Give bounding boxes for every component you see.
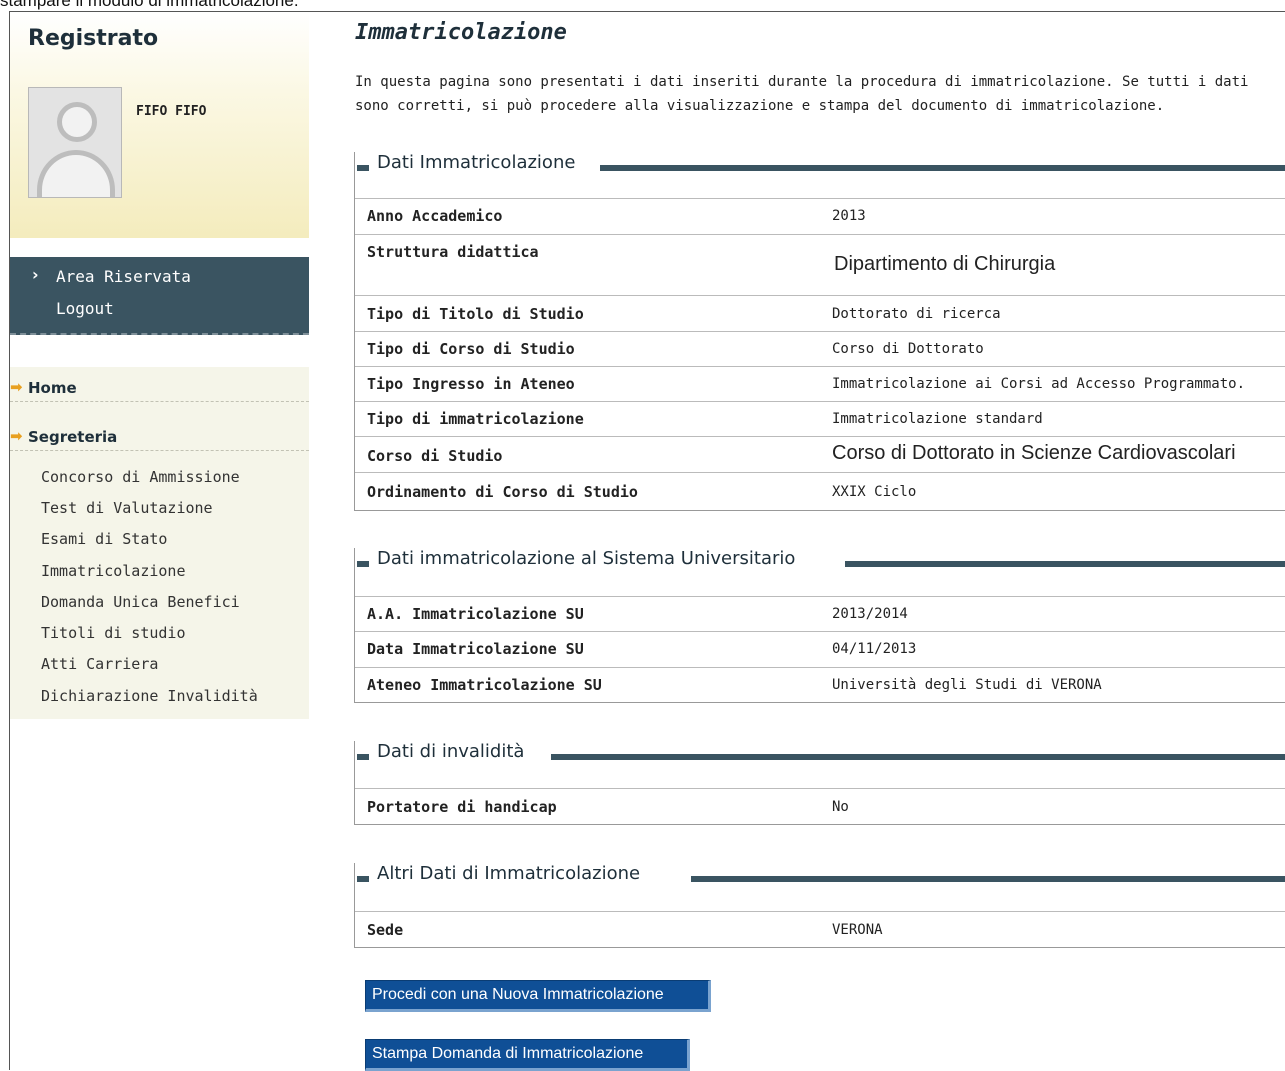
- table-row: Data Immatricolazione SU 04/11/2013: [355, 631, 1285, 667]
- table-row: Sede VERONA: [355, 911, 1285, 947]
- row-value: XXIX Ciclo: [832, 484, 917, 500]
- row-value: Immatricolazione ai Corsi ad Accesso Pro…: [832, 376, 1246, 392]
- nav-link-atti[interactable]: Atti Carriera: [41, 655, 158, 673]
- table-row: Ordinamento di Corso di Studio XXIX Cicl…: [355, 472, 1285, 510]
- reserved-menu: › Area Riservata Logout: [10, 257, 309, 335]
- table-row: Tipo Ingresso in Ateneo Immatricolazione…: [355, 366, 1285, 401]
- nav-segreteria[interactable]: ➡ Segreteria: [10, 420, 309, 451]
- page-title: Immatricolazione: [355, 20, 567, 45]
- nav-home[interactable]: ➡ Home: [10, 371, 309, 402]
- table-row: Anno Accademico 2013: [355, 198, 1285, 234]
- row-value: Università degli Studi di VERONA: [832, 677, 1102, 693]
- row-label: Struttura didattica: [367, 243, 539, 261]
- arrow-right-icon: ➡: [10, 378, 23, 396]
- row-value: 2013: [832, 208, 866, 224]
- new-enrollment-button[interactable]: Procedi con una Nuova Immatricolazione: [365, 980, 711, 1012]
- nav-link-domanda[interactable]: Domanda Unica Benefici: [41, 593, 240, 611]
- row-value: VERONA: [832, 922, 883, 938]
- row-value: 2013/2014: [832, 606, 908, 622]
- row-label: Sede: [367, 921, 404, 939]
- table-row: Portatore di handicap No: [355, 788, 1285, 824]
- row-value: Dottorato di ricerca: [832, 306, 1001, 322]
- row-label: Portatore di handicap: [367, 798, 557, 816]
- row-label: Anno Accademico: [367, 207, 503, 225]
- row-label: Ateneo Immatricolazione SU: [367, 676, 602, 694]
- row-value: Dipartimento di Chirurgia: [834, 253, 1056, 275]
- table-row: Ateneo Immatricolazione SU Università de…: [355, 667, 1285, 702]
- page-caption: stampare il modulo di immatricolazione.: [0, 0, 299, 10]
- section-legend: Dati immatricolazione al Sistema Univers…: [355, 548, 1285, 572]
- row-value: 04/11/2013: [832, 641, 917, 657]
- nav-home-label: Home: [28, 379, 77, 397]
- section-legend-text: Dati immatricolazione al Sistema Univers…: [377, 548, 802, 569]
- section-dati-invalidita: Dati di invalidità Portatore di handicap…: [354, 741, 1285, 825]
- user-name: FIFO FIFO: [136, 104, 207, 119]
- row-label: Tipo Ingresso in Ateneo: [367, 375, 575, 393]
- table-row: Tipo di Corso di Studio Corso di Dottora…: [355, 331, 1285, 366]
- row-value: No: [832, 799, 849, 815]
- table-row: Struttura didattica Dipartimento di Chir…: [355, 234, 1285, 295]
- menu-item-logout[interactable]: Logout: [56, 299, 114, 318]
- table-row: Corso di Studio Corso di Dottorato in Sc…: [355, 436, 1285, 472]
- row-value: Corso di Dottorato in Scienze Cardiovasc…: [832, 442, 1236, 464]
- row-label: Tipo di Titolo di Studio: [367, 305, 584, 323]
- registered-title: Registrato: [28, 26, 159, 51]
- row-value: Corso di Dottorato: [832, 341, 984, 357]
- nav-segreteria-label: Segreteria: [28, 428, 118, 446]
- nav-link-titoli[interactable]: Titoli di studio: [41, 624, 186, 642]
- table-row: Tipo di Titolo di Studio Dottorato di ri…: [355, 295, 1285, 331]
- arrow-right-icon: ➡: [10, 427, 23, 445]
- row-value: Immatricolazione standard: [832, 411, 1043, 427]
- section-legend-text: Altri Dati di Immatricolazione: [377, 863, 647, 884]
- section-sistema-universitario: Dati immatricolazione al Sistema Univers…: [354, 548, 1285, 703]
- row-label: A.A. Immatricolazione SU: [367, 605, 584, 623]
- user-panel: Registrato FIFO FIFO: [10, 12, 309, 238]
- row-label: Tipo di immatricolazione: [367, 410, 584, 428]
- nav-link-invalidita[interactable]: Dichiarazione Invalidità: [41, 687, 258, 705]
- section-dati-immatricolazione: Dati Immatricolazione Anno Accademico 20…: [354, 152, 1285, 511]
- section-legend-text: Dati di invalidità: [377, 741, 531, 762]
- section-legend-text: Dati Immatricolazione: [377, 152, 582, 173]
- print-application-button[interactable]: Stampa Domanda di Immatricolazione: [365, 1039, 690, 1071]
- nav-link-immatricolazione[interactable]: Immatricolazione: [41, 562, 186, 580]
- menu-item-area-riservata[interactable]: Area Riservata: [56, 267, 191, 286]
- section-legend: Dati Immatricolazione: [355, 152, 1285, 176]
- section-legend: Altri Dati di Immatricolazione: [355, 863, 1285, 887]
- nav-link-concorso[interactable]: Concorso di Ammissione: [41, 468, 240, 486]
- row-label: Data Immatricolazione SU: [367, 640, 584, 658]
- row-label: Corso di Studio: [367, 447, 503, 465]
- table-row: A.A. Immatricolazione SU 2013/2014: [355, 596, 1285, 631]
- section-altri-dati: Altri Dati di Immatricolazione Sede VERO…: [354, 863, 1285, 948]
- nav-link-esami[interactable]: Esami di Stato: [41, 530, 167, 548]
- intro-text: In questa pagina sono presentati i dati …: [355, 74, 1249, 114]
- user-silhouette-icon: [28, 87, 122, 198]
- row-label: Ordinamento di Corso di Studio: [367, 483, 638, 501]
- table-row: Tipo di immatricolazione Immatricolazion…: [355, 401, 1285, 436]
- chevron-right-icon: ›: [32, 265, 39, 284]
- sidebar-nav: ➡ Home ➡ Segreteria Concorso di Ammissio…: [10, 367, 309, 719]
- section-legend: Dati di invalidità: [355, 741, 1285, 765]
- row-label: Tipo di Corso di Studio: [367, 340, 575, 358]
- nav-link-test[interactable]: Test di Valutazione: [41, 499, 213, 517]
